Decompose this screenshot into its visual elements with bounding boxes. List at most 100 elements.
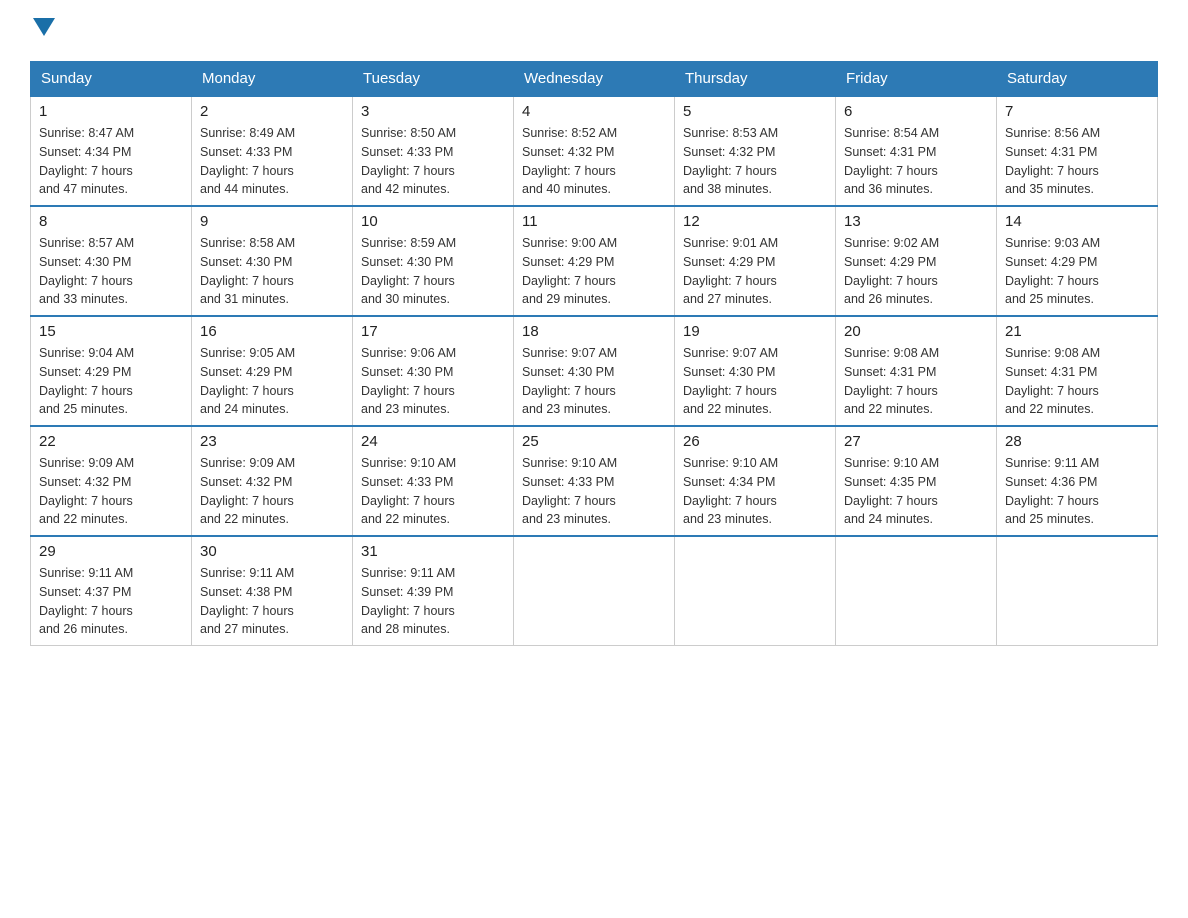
day-number: 13 <box>844 213 988 230</box>
day-number: 12 <box>683 213 827 230</box>
day-info: Sunrise: 9:07 AMSunset: 4:30 PMDaylight:… <box>522 344 666 419</box>
day-info: Sunrise: 9:11 AMSunset: 4:38 PMDaylight:… <box>200 564 344 639</box>
day-info: Sunrise: 9:09 AMSunset: 4:32 PMDaylight:… <box>200 454 344 529</box>
day-info: Sunrise: 9:06 AMSunset: 4:30 PMDaylight:… <box>361 344 505 419</box>
day-number: 11 <box>522 213 666 230</box>
day-info: Sunrise: 9:09 AMSunset: 4:32 PMDaylight:… <box>39 454 183 529</box>
calendar-cell: 21 Sunrise: 9:08 AMSunset: 4:31 PMDaylig… <box>997 316 1158 426</box>
logo <box>30 20 55 43</box>
calendar-header-monday: Monday <box>192 62 353 97</box>
calendar-cell: 14 Sunrise: 9:03 AMSunset: 4:29 PMDaylig… <box>997 206 1158 316</box>
calendar-header-saturday: Saturday <box>997 62 1158 97</box>
day-info: Sunrise: 9:10 AMSunset: 4:35 PMDaylight:… <box>844 454 988 529</box>
calendar-week-5: 29 Sunrise: 9:11 AMSunset: 4:37 PMDaylig… <box>31 536 1158 646</box>
calendar-cell: 1 Sunrise: 8:47 AMSunset: 4:34 PMDayligh… <box>31 96 192 206</box>
calendar-cell: 23 Sunrise: 9:09 AMSunset: 4:32 PMDaylig… <box>192 426 353 536</box>
calendar-cell: 6 Sunrise: 8:54 AMSunset: 4:31 PMDayligh… <box>836 96 997 206</box>
calendar-header-row: SundayMondayTuesdayWednesdayThursdayFrid… <box>31 62 1158 97</box>
day-number: 16 <box>200 323 344 340</box>
calendar-cell: 16 Sunrise: 9:05 AMSunset: 4:29 PMDaylig… <box>192 316 353 426</box>
calendar-cell: 29 Sunrise: 9:11 AMSunset: 4:37 PMDaylig… <box>31 536 192 646</box>
day-number: 26 <box>683 433 827 450</box>
day-number: 10 <box>361 213 505 230</box>
calendar-cell: 7 Sunrise: 8:56 AMSunset: 4:31 PMDayligh… <box>997 96 1158 206</box>
calendar-cell: 17 Sunrise: 9:06 AMSunset: 4:30 PMDaylig… <box>353 316 514 426</box>
day-number: 18 <box>522 323 666 340</box>
calendar-cell: 18 Sunrise: 9:07 AMSunset: 4:30 PMDaylig… <box>514 316 675 426</box>
day-number: 30 <box>200 543 344 560</box>
calendar-header-sunday: Sunday <box>31 62 192 97</box>
day-number: 31 <box>361 543 505 560</box>
day-info: Sunrise: 8:57 AMSunset: 4:30 PMDaylight:… <box>39 234 183 309</box>
calendar-cell: 30 Sunrise: 9:11 AMSunset: 4:38 PMDaylig… <box>192 536 353 646</box>
day-info: Sunrise: 9:10 AMSunset: 4:33 PMDaylight:… <box>522 454 666 529</box>
logo-triangle-icon <box>33 18 55 41</box>
calendar-week-3: 15 Sunrise: 9:04 AMSunset: 4:29 PMDaylig… <box>31 316 1158 426</box>
calendar-cell <box>675 536 836 646</box>
calendar-cell <box>997 536 1158 646</box>
calendar-cell: 3 Sunrise: 8:50 AMSunset: 4:33 PMDayligh… <box>353 96 514 206</box>
day-number: 7 <box>1005 103 1149 120</box>
day-info: Sunrise: 9:11 AMSunset: 4:39 PMDaylight:… <box>361 564 505 639</box>
calendar-cell: 12 Sunrise: 9:01 AMSunset: 4:29 PMDaylig… <box>675 206 836 316</box>
calendar-cell <box>514 536 675 646</box>
day-number: 23 <box>200 433 344 450</box>
day-number: 20 <box>844 323 988 340</box>
day-number: 27 <box>844 433 988 450</box>
day-info: Sunrise: 9:05 AMSunset: 4:29 PMDaylight:… <box>200 344 344 419</box>
day-number: 2 <box>200 103 344 120</box>
page-header <box>30 20 1158 43</box>
day-info: Sunrise: 8:54 AMSunset: 4:31 PMDaylight:… <box>844 124 988 199</box>
day-number: 24 <box>361 433 505 450</box>
calendar-cell: 22 Sunrise: 9:09 AMSunset: 4:32 PMDaylig… <box>31 426 192 536</box>
calendar-cell: 13 Sunrise: 9:02 AMSunset: 4:29 PMDaylig… <box>836 206 997 316</box>
day-info: Sunrise: 9:10 AMSunset: 4:33 PMDaylight:… <box>361 454 505 529</box>
calendar-week-1: 1 Sunrise: 8:47 AMSunset: 4:34 PMDayligh… <box>31 96 1158 206</box>
day-info: Sunrise: 9:00 AMSunset: 4:29 PMDaylight:… <box>522 234 666 309</box>
day-number: 19 <box>683 323 827 340</box>
day-info: Sunrise: 8:50 AMSunset: 4:33 PMDaylight:… <box>361 124 505 199</box>
day-info: Sunrise: 8:52 AMSunset: 4:32 PMDaylight:… <box>522 124 666 199</box>
day-number: 4 <box>522 103 666 120</box>
day-info: Sunrise: 9:02 AMSunset: 4:29 PMDaylight:… <box>844 234 988 309</box>
day-info: Sunrise: 8:53 AMSunset: 4:32 PMDaylight:… <box>683 124 827 199</box>
calendar-cell: 20 Sunrise: 9:08 AMSunset: 4:31 PMDaylig… <box>836 316 997 426</box>
calendar-cell: 27 Sunrise: 9:10 AMSunset: 4:35 PMDaylig… <box>836 426 997 536</box>
calendar-cell: 26 Sunrise: 9:10 AMSunset: 4:34 PMDaylig… <box>675 426 836 536</box>
day-number: 6 <box>844 103 988 120</box>
day-number: 28 <box>1005 433 1149 450</box>
calendar-week-4: 22 Sunrise: 9:09 AMSunset: 4:32 PMDaylig… <box>31 426 1158 536</box>
calendar-header-thursday: Thursday <box>675 62 836 97</box>
day-info: Sunrise: 9:04 AMSunset: 4:29 PMDaylight:… <box>39 344 183 419</box>
day-info: Sunrise: 9:07 AMSunset: 4:30 PMDaylight:… <box>683 344 827 419</box>
day-info: Sunrise: 9:08 AMSunset: 4:31 PMDaylight:… <box>1005 344 1149 419</box>
day-info: Sunrise: 8:58 AMSunset: 4:30 PMDaylight:… <box>200 234 344 309</box>
day-info: Sunrise: 8:56 AMSunset: 4:31 PMDaylight:… <box>1005 124 1149 199</box>
calendar-cell: 11 Sunrise: 9:00 AMSunset: 4:29 PMDaylig… <box>514 206 675 316</box>
day-number: 9 <box>200 213 344 230</box>
day-info: Sunrise: 9:10 AMSunset: 4:34 PMDaylight:… <box>683 454 827 529</box>
calendar-cell: 28 Sunrise: 9:11 AMSunset: 4:36 PMDaylig… <box>997 426 1158 536</box>
day-number: 3 <box>361 103 505 120</box>
day-number: 1 <box>39 103 183 120</box>
calendar-cell: 24 Sunrise: 9:10 AMSunset: 4:33 PMDaylig… <box>353 426 514 536</box>
day-info: Sunrise: 9:08 AMSunset: 4:31 PMDaylight:… <box>844 344 988 419</box>
calendar-cell: 4 Sunrise: 8:52 AMSunset: 4:32 PMDayligh… <box>514 96 675 206</box>
day-info: Sunrise: 9:11 AMSunset: 4:37 PMDaylight:… <box>39 564 183 639</box>
day-info: Sunrise: 8:49 AMSunset: 4:33 PMDaylight:… <box>200 124 344 199</box>
calendar-header-tuesday: Tuesday <box>353 62 514 97</box>
day-number: 5 <box>683 103 827 120</box>
calendar-header-friday: Friday <box>836 62 997 97</box>
calendar-cell: 2 Sunrise: 8:49 AMSunset: 4:33 PMDayligh… <box>192 96 353 206</box>
day-info: Sunrise: 8:59 AMSunset: 4:30 PMDaylight:… <box>361 234 505 309</box>
calendar-cell <box>836 536 997 646</box>
calendar-cell: 5 Sunrise: 8:53 AMSunset: 4:32 PMDayligh… <box>675 96 836 206</box>
calendar-cell: 9 Sunrise: 8:58 AMSunset: 4:30 PMDayligh… <box>192 206 353 316</box>
day-number: 29 <box>39 543 183 560</box>
day-info: Sunrise: 9:03 AMSunset: 4:29 PMDaylight:… <box>1005 234 1149 309</box>
day-number: 17 <box>361 323 505 340</box>
calendar-cell: 31 Sunrise: 9:11 AMSunset: 4:39 PMDaylig… <box>353 536 514 646</box>
calendar-cell: 15 Sunrise: 9:04 AMSunset: 4:29 PMDaylig… <box>31 316 192 426</box>
day-number: 22 <box>39 433 183 450</box>
day-info: Sunrise: 9:11 AMSunset: 4:36 PMDaylight:… <box>1005 454 1149 529</box>
